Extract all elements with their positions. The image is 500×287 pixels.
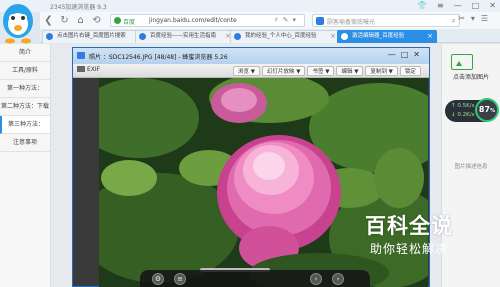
sidebar-item-notes[interactable]: 注意事项 [0,134,50,152]
memory-usage-badge[interactable]: 87% [475,98,499,122]
address-bar[interactable]: 百度 jingyan.baidu.com/edit/conte ⚡✎▾ [110,14,305,27]
viewer-app-icon [77,52,85,59]
viewer-controls: ⚙ ≡ ‹ › [140,270,370,287]
tab-baidu-jingyan[interactable]: 百度经验——实用生活指南 × [135,30,235,43]
menu-slideshow[interactable]: 幻灯片放映 ▼ [261,66,306,76]
refresh-icon[interactable]: ↻ [58,14,71,27]
secure-icon [114,17,121,24]
url-text[interactable]: jingyan.baidu.com/edit/conte [149,17,237,24]
menu-copy-to[interactable]: 复制到 ▼ [365,66,398,76]
exif-button[interactable]: EXIF [77,66,100,73]
tab-my-jingyan[interactable]: 我的经验_个人中心_百度经验 × [230,30,340,43]
browser-titlebar: 2345加速浏览器 9.3 👕 ≡ — □ ✕ [0,0,500,12]
maximize-icon[interactable]: □ [472,0,480,12]
browser-title: 2345加速浏览器 9.3 [50,4,107,11]
menu-bookmark[interactable]: 书签 ▼ [307,66,335,76]
tab-close-icon[interactable]: × [427,31,433,42]
settings-icon[interactable]: ⚙ [152,273,164,285]
window-controls: 👕 ≡ — □ ✕ [417,0,496,12]
list-icon[interactable]: ≡ [174,273,186,285]
browser-toolbar: ❮ ↻ ⌂ ⟲ 百度 jingyan.baidu.com/edit/conte … [40,12,500,29]
search-input[interactable]: 厨客偷香案底曝光 [327,17,375,26]
download-speed: ↓ 0.2K/s [451,112,475,118]
home-icon[interactable]: ⌂ [74,14,87,27]
skin-icon[interactable]: 👕 [417,0,427,12]
image-description-label: 图片描述信息 [454,164,488,170]
overlay-brand-title: 百科全说 [365,214,453,238]
address-actions[interactable]: ⚡✎▾ [274,16,300,24]
tab-editor[interactable]: 激活编辑器_百度经验 × [337,30,437,43]
tab-favicon [341,33,348,40]
sidebar-item-tools[interactable]: 工具/原料 [0,62,50,80]
sidebar-item-intro[interactable]: 简介 [0,44,50,62]
upload-speed: ↑ 0.5K/s [451,103,475,109]
add-image-icon[interactable] [451,54,473,70]
tab-label: 百度经验——实用生活指南 [150,33,217,39]
tab-favicon [234,33,241,40]
exif-label: EXIF [87,66,101,73]
baidu-icon [316,17,324,25]
toolbar-extras[interactable]: ✂▾☰ [458,14,494,23]
next-icon[interactable]: › [332,273,344,285]
menu-edit[interactable]: 编辑 ▼ [336,66,364,76]
close-icon[interactable]: ✕ [489,0,496,12]
search-icon[interactable]: ⌕ [452,16,456,26]
viewer-titlebar: 照片 ：SDC12546.JPG [48/48] - 蜂蜜浏览器 5.26 —□… [73,48,429,64]
tab-bar: 点击图片右键_百度图片搜索 × 百度经验——实用生活指南 × 我的经验_个人中心… [40,29,500,43]
undo-close-icon[interactable]: ⟲ [90,14,103,27]
browser-logo [3,4,33,44]
tab-close-icon[interactable]: × [330,31,336,42]
menu-icon[interactable]: ≡ [437,0,444,12]
viewer-title: 照片 ：SDC12546.JPG [48/48] - 蜂蜜浏览器 5.26 [89,54,228,61]
tab-favicon [139,33,146,40]
outline-sidebar: 简介 工具/原料 第一种方法： 第二种方法：下载 第三种方法： 注意事项 [0,44,51,287]
tab-favicon [46,33,53,40]
minimize-icon[interactable]: — [454,0,462,12]
menu-browse[interactable]: 浏览 ▼ [233,66,260,76]
viewer-menu: 浏览 ▼ 幻灯片放映 ▼ 书签 ▼ 编辑 ▼ 复制到 ▼ 锁定 [233,66,421,76]
menu-lock[interactable]: 锁定 [399,66,421,76]
camera-icon [77,66,85,72]
viewer-toolbar: EXIF 浏览 ▼ 幻灯片放映 ▼ 书签 ▼ 编辑 ▼ 复制到 ▼ 锁定 [73,64,429,78]
back-icon[interactable]: ❮ [42,14,55,27]
tab-label: 我的经验_个人中心_百度经验 [245,33,317,39]
sidebar-item-method-1[interactable]: 第一种方法： [0,80,50,98]
search-box[interactable]: 厨客偷香案底曝光 ⌕ [312,14,460,27]
tab-label: 激活编辑器_百度经验 [352,33,405,39]
overlay-brand-subtitle: 助你轻松解决 [370,242,449,256]
tab-label: 点击图片右键_百度图片搜索 [57,33,126,39]
prev-icon[interactable]: ‹ [310,273,322,285]
add-image-label[interactable]: 点击添加图片 [443,72,499,81]
sidebar-item-method-2[interactable]: 第二种方法：下载 [0,98,50,116]
sidebar-item-method-3[interactable]: 第三种方法： [0,116,50,134]
viewer-window-controls[interactable]: —□✕ [388,50,425,59]
secure-label: 百度 [123,19,136,26]
